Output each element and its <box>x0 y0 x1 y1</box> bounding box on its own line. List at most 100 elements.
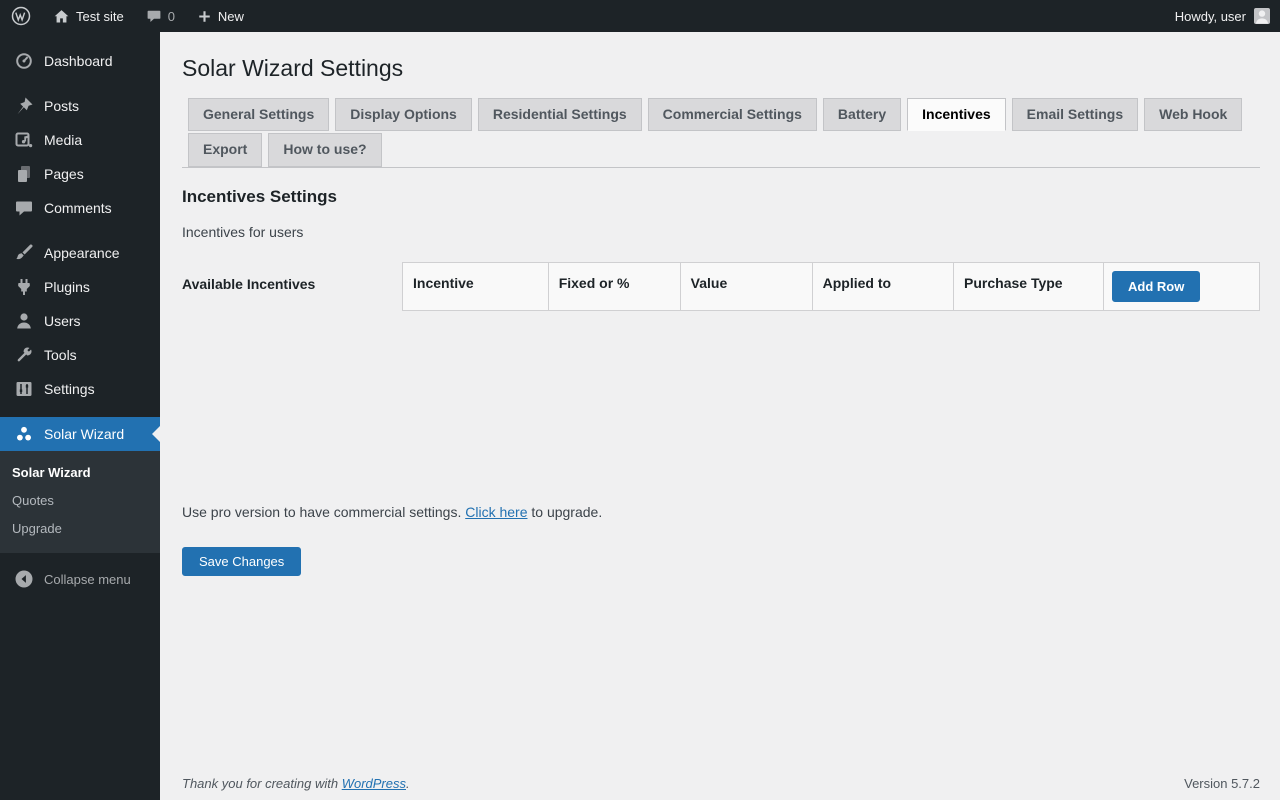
footer-thanks-period: . <box>406 776 410 791</box>
tab-export[interactable]: Export <box>188 133 263 167</box>
column-header-incentive: Incentive <box>402 261 549 311</box>
upgrade-note-text: Use pro version to have commercial setti… <box>182 503 466 520</box>
available-incentives-label: Available Incentives <box>182 275 316 292</box>
new-content-menu[interactable]: New <box>186 0 255 32</box>
site-name-label: Test site <box>76 8 124 24</box>
sidebar-menu-group-admin: Appearance Plugins Users Tools Settings <box>0 236 160 406</box>
comments-shortcut[interactable]: 0 <box>135 0 186 32</box>
menu-separator <box>0 78 160 89</box>
incentives-table-header-row: Incentive Fixed or % Value Applied to Pu… <box>402 261 1261 311</box>
sidebar-item-label: Users <box>44 313 81 329</box>
solar-wizard-submenu: Solar Wizard Quotes Upgrade <box>0 451 160 553</box>
sidebar-item-label: Appearance <box>44 245 120 261</box>
users-icon <box>14 311 34 331</box>
sidebar-item-label: Pages <box>44 166 84 182</box>
upgrade-link[interactable]: Click here <box>465 504 527 520</box>
posts-icon <box>14 96 34 116</box>
sidebar-item-label: Media <box>44 132 83 148</box>
comments-icon <box>14 198 34 218</box>
comment-bubble-icon <box>146 8 162 24</box>
collapse-menu-button[interactable]: Collapse menu <box>0 562 160 596</box>
submenu-item-quotes[interactable]: Quotes <box>0 487 160 515</box>
save-changes-button[interactable]: Save Changes <box>182 546 302 576</box>
sidebar-item-settings[interactable]: Settings <box>0 372 160 406</box>
wordpress-icon <box>11 6 31 26</box>
collapse-arrow-icon <box>14 569 34 589</box>
menu-separator <box>0 225 160 236</box>
sidebar-menu-group-content: Posts Media Pages Comments <box>0 89 160 225</box>
sidebar-item-label: Solar Wizard <box>44 426 125 442</box>
column-header-fixed-or: Fixed or % <box>547 261 681 311</box>
sidebar-item-label: Tools <box>44 347 77 363</box>
avatar <box>1254 8 1270 24</box>
tab-email-settings[interactable]: Email Settings <box>1011 97 1139 132</box>
sidebar-item-dashboard[interactable]: Dashboard <box>0 44 160 78</box>
sidebar-item-pages[interactable]: Pages <box>0 157 160 191</box>
upgrade-note-suffix: to upgrade. <box>527 503 603 520</box>
howdy-label: Howdy, user <box>1174 8 1246 24</box>
section-description: Incentives for users <box>182 223 304 240</box>
site-name-link[interactable]: Test site <box>42 0 135 32</box>
admin-bar: Test site 0 New Howdy, user <box>0 0 1280 32</box>
admin-bar-left: Test site 0 New <box>0 0 255 32</box>
submenu-item-upgrade[interactable]: Upgrade <box>0 515 160 543</box>
plugins-icon <box>14 277 34 297</box>
settings-tab-bar: General Settings Display Options Residen… <box>182 97 1260 168</box>
tab-residential-settings[interactable]: Residential Settings <box>477 97 642 132</box>
tab-display-options[interactable]: Display Options <box>335 97 472 132</box>
add-row-cell: Add Row <box>1102 261 1261 311</box>
tools-icon <box>14 345 34 365</box>
plus-icon <box>197 9 212 24</box>
footer: Thank you for creating with WordPress. V… <box>182 776 1260 791</box>
sidebar-item-comments[interactable]: Comments <box>0 191 160 225</box>
column-header-applied-to: Applied to <box>811 261 955 311</box>
sidebar-item-label: Posts <box>44 98 80 114</box>
sidebar-item-label: Comments <box>44 200 112 216</box>
solar-wizard-icon <box>14 424 34 444</box>
wordpress-logo-menu[interactable] <box>0 0 42 32</box>
main-content: Solar Wizard Settings General Settings D… <box>160 32 1280 800</box>
settings-icon <box>14 379 34 399</box>
tab-battery[interactable]: Battery <box>822 97 902 132</box>
sidebar-item-users[interactable]: Users <box>0 304 160 338</box>
sidebar-item-solar-wizard[interactable]: Solar Wizard <box>0 417 160 451</box>
appearance-icon <box>14 243 34 263</box>
account-menu[interactable]: Howdy, user <box>1175 0 1280 32</box>
tab-commercial-settings[interactable]: Commercial Settings <box>647 97 817 132</box>
collapse-menu-label: Collapse menu <box>44 571 131 587</box>
upgrade-note: Use pro version to have commercial setti… <box>182 504 1260 520</box>
pages-icon <box>14 164 34 184</box>
sidebar-item-tools[interactable]: Tools <box>0 338 160 372</box>
sidebar-item-plugins[interactable]: Plugins <box>0 270 160 304</box>
footer-thanks-text: Thank you for creating with <box>182 776 342 791</box>
section-heading: Incentives Settings <box>182 186 337 206</box>
comments-count: 0 <box>167 8 175 24</box>
incentives-table: Incentive Fixed or % Value Applied to Pu… <box>402 261 1261 311</box>
footer-thanks: Thank you for creating with WordPress. <box>182 776 410 791</box>
add-row-button[interactable]: Add Row <box>1111 270 1201 302</box>
sidebar-item-label: Settings <box>44 381 95 397</box>
wordpress-link[interactable]: WordPress <box>342 776 406 791</box>
tab-incentives[interactable]: Incentives <box>907 97 1006 132</box>
submenu-item-solar-wizard[interactable]: Solar Wizard <box>0 459 160 487</box>
sidebar-item-label: Dashboard <box>44 53 113 69</box>
admin-sidebar: Dashboard Posts Media Pages Comments App… <box>0 32 160 800</box>
dashboard-icon <box>14 51 34 71</box>
page-title: Solar Wizard Settings <box>182 55 404 81</box>
tab-web-hook[interactable]: Web Hook <box>1144 97 1243 132</box>
menu-separator <box>0 406 160 417</box>
sidebar-item-media[interactable]: Media <box>0 123 160 157</box>
column-header-purchase-type: Purchase Type <box>953 261 1104 311</box>
sidebar-item-appearance[interactable]: Appearance <box>0 236 160 270</box>
sidebar-menu-group-dashboard: Dashboard <box>0 44 160 78</box>
version-label: Version 5.7.2 <box>1184 776 1260 791</box>
column-header-value: Value <box>679 261 813 311</box>
new-label: New <box>217 8 244 24</box>
available-incentives-row: Available Incentives Incentive Fixed or … <box>182 261 1261 311</box>
tab-how-to-use[interactable]: How to use? <box>268 133 382 167</box>
home-icon <box>53 8 70 25</box>
media-icon <box>14 130 34 150</box>
sidebar-item-posts[interactable]: Posts <box>0 89 160 123</box>
sidebar-item-label: Plugins <box>44 279 90 295</box>
tab-general-settings[interactable]: General Settings <box>188 97 330 132</box>
